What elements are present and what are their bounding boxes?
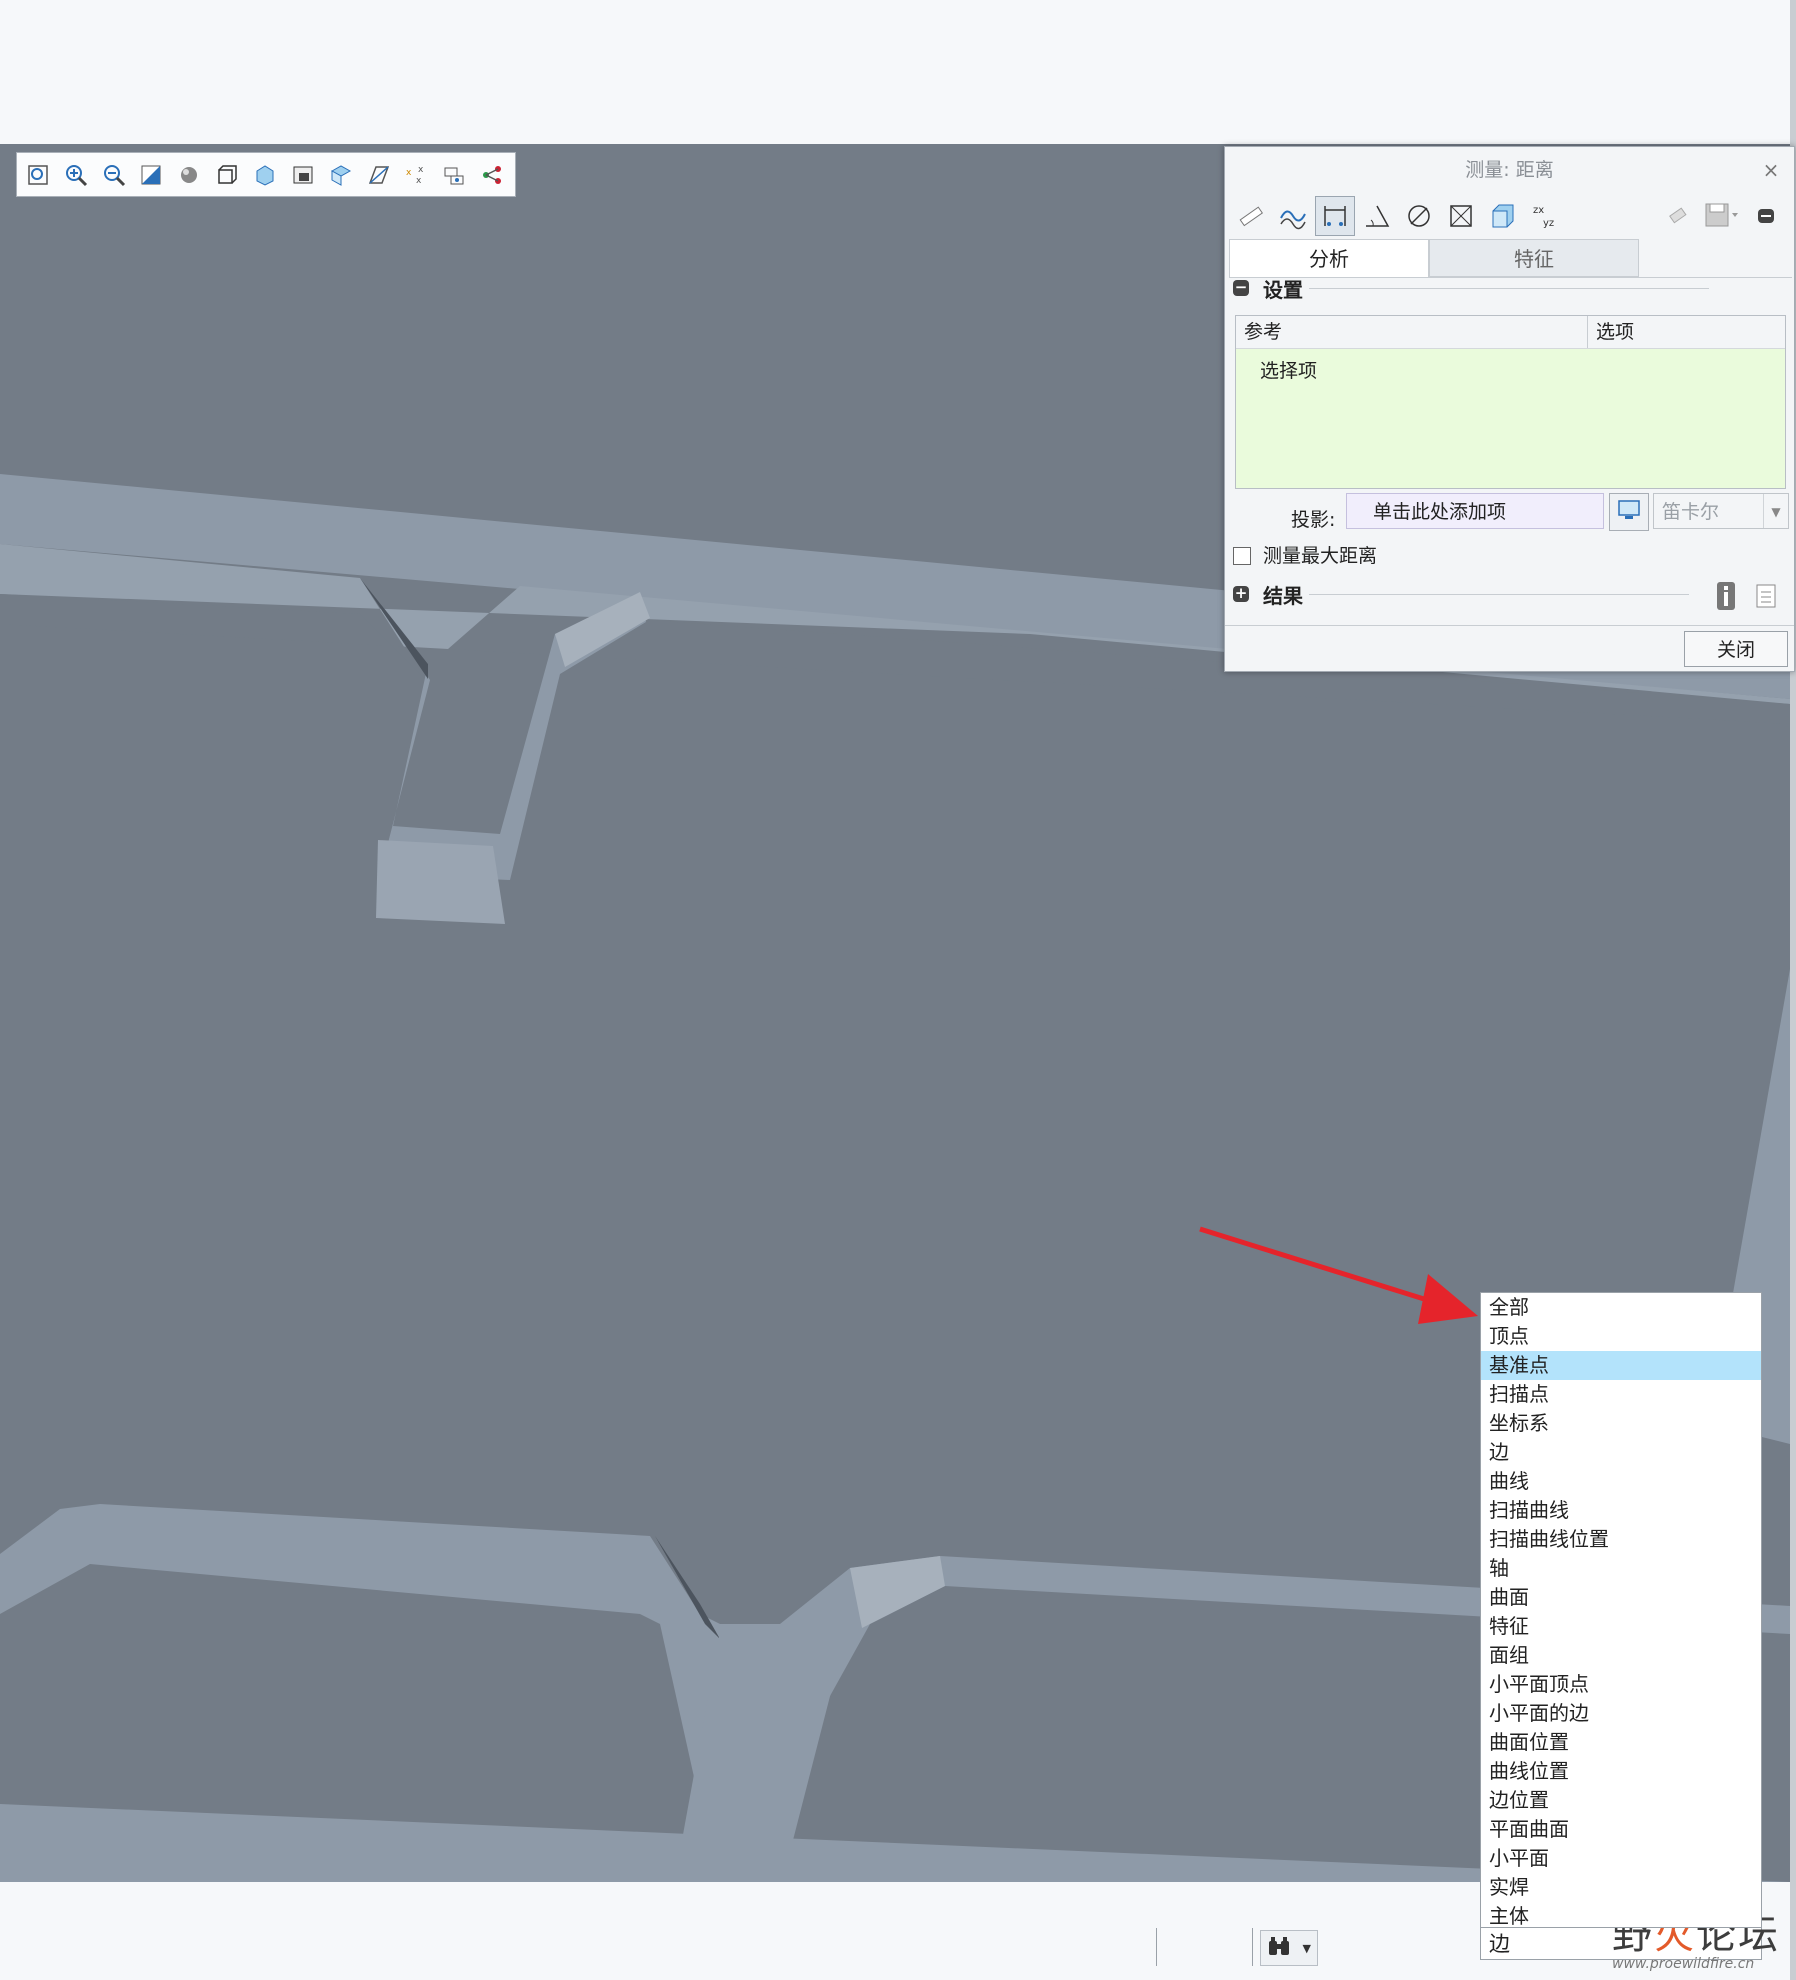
distance-measure-icon[interactable]: [1315, 196, 1355, 236]
svg-text:x: x: [416, 176, 422, 186]
annotation-arrow-shaft: [1199, 1226, 1441, 1307]
plus-icon: +: [1233, 584, 1249, 602]
angle-measure-icon[interactable]: [1357, 196, 1397, 236]
svg-text:x: x: [406, 168, 412, 178]
filter-option[interactable]: 曲线: [1481, 1467, 1761, 1496]
coordinate-system-value: 笛卡尔: [1662, 501, 1720, 523]
perspective-icon[interactable]: [288, 160, 318, 190]
projection-view-button[interactable]: [1609, 493, 1649, 531]
reference-table[interactable]: 参考 选项 选择项: [1235, 315, 1786, 489]
filter-option[interactable]: 扫描曲线位置: [1481, 1525, 1761, 1554]
minus-icon: −: [1233, 278, 1249, 296]
view-manager-icon[interactable]: [250, 160, 280, 190]
reference-column-header: 参考: [1244, 321, 1283, 343]
settings-section-header[interactable]: − 设置: [1233, 273, 1303, 303]
view-toolbar: xxx: [16, 152, 516, 197]
binoculars-icon: [1267, 1935, 1291, 1961]
filter-option[interactable]: 边位置: [1481, 1786, 1761, 1815]
filter-option[interactable]: 曲线位置: [1481, 1757, 1761, 1786]
find-button[interactable]: ▼: [1260, 1930, 1318, 1966]
info-icon[interactable]: [1715, 581, 1739, 611]
chevron-down-icon: ▼: [1763, 494, 1788, 528]
projection-label: 投影:: [1291, 509, 1336, 531]
status-separator: [1156, 1928, 1157, 1966]
max-distance-label: 测量最大距离: [1263, 545, 1378, 567]
filter-option[interactable]: 坐标系: [1481, 1409, 1761, 1438]
point-display-icon[interactable]: xxx: [401, 160, 431, 190]
filter-option[interactable]: 全部: [1481, 1293, 1761, 1322]
close-button[interactable]: 关闭: [1684, 631, 1788, 667]
svg-text:x: x: [418, 165, 424, 175]
column-separator: [1587, 316, 1588, 348]
measure-dialog: 测量: 距离 × zx yz 分析 特征 − 设置 参考 选项 选择项 投影: 单…: [1224, 146, 1795, 672]
reference-table-header: 参考 选项: [1236, 316, 1785, 349]
display-style-icon[interactable]: [174, 160, 204, 190]
dialog-tabs: 分析 特征: [1229, 239, 1792, 278]
save-icon[interactable]: [1699, 196, 1745, 236]
close-icon[interactable]: ×: [1760, 159, 1782, 181]
settings-section-label: 设置: [1263, 277, 1303, 302]
divider: [1309, 288, 1709, 289]
filter-option[interactable]: 面组: [1481, 1641, 1761, 1670]
report-icon[interactable]: [1755, 583, 1779, 611]
volume-measure-icon[interactable]: [1483, 196, 1523, 236]
annotation-arrow-head: [1418, 1274, 1478, 1324]
filter-option[interactable]: 小平面顶点: [1481, 1670, 1761, 1699]
length-measure-icon[interactable]: [1231, 196, 1271, 236]
dialog-title: 测量: 距离: [1465, 159, 1554, 181]
model-branch-end: [376, 840, 505, 924]
filter-option[interactable]: 扫描曲线: [1481, 1496, 1761, 1525]
filter-option[interactable]: 特征: [1481, 1612, 1761, 1641]
zoom-out-icon[interactable]: [99, 160, 129, 190]
svg-text:yz: yz: [1543, 218, 1554, 229]
csys-display-icon[interactable]: [439, 160, 469, 190]
results-section-label: 结果: [1263, 583, 1303, 608]
curve-measure-icon[interactable]: [1273, 196, 1313, 236]
repaint-icon[interactable]: [137, 160, 167, 190]
ribbon-area: [0, 0, 1790, 144]
coordinate-system-select[interactable]: 笛卡尔 ▼: [1653, 493, 1789, 529]
filter-option[interactable]: 曲面位置: [1481, 1728, 1761, 1757]
filter-option[interactable]: 扫描点: [1481, 1380, 1761, 1409]
tab-analysis[interactable]: 分析: [1229, 239, 1429, 277]
select-item-row[interactable]: 选择项: [1260, 356, 1317, 383]
filter-option[interactable]: 边: [1481, 1438, 1761, 1467]
chevron-down-icon: ▼: [1302, 1941, 1311, 1955]
plane-display-icon[interactable]: [364, 160, 394, 190]
projection-collector[interactable]: 单击此处添加项: [1346, 493, 1604, 529]
max-distance-checkbox[interactable]: [1233, 547, 1251, 565]
filter-option[interactable]: 实焊: [1481, 1873, 1761, 1902]
filter-option[interactable]: 顶点: [1481, 1322, 1761, 1351]
divider: [1225, 625, 1794, 626]
collapse-icon[interactable]: [1747, 196, 1787, 236]
annotation-display-icon[interactable]: [477, 160, 507, 190]
watermark-url: www.proewildfire.cn: [1612, 1956, 1755, 1972]
filter-option[interactable]: 平面曲面: [1481, 1815, 1761, 1844]
max-distance-option[interactable]: 测量最大距离: [1233, 541, 1377, 571]
datum-display-icon[interactable]: [326, 160, 356, 190]
eraser-icon[interactable]: [1657, 196, 1697, 236]
filter-option[interactable]: 曲面: [1481, 1583, 1761, 1612]
refit-icon[interactable]: [23, 160, 53, 190]
measure-toolbar: zx yz: [1231, 195, 1789, 237]
svg-text:zx: zx: [1533, 205, 1544, 216]
diameter-measure-icon[interactable]: [1399, 196, 1439, 236]
options-column-header: 选项: [1596, 321, 1635, 343]
results-section-header[interactable]: + 结果: [1233, 579, 1303, 609]
filter-option[interactable]: 轴: [1481, 1554, 1761, 1583]
tab-feature[interactable]: 特征: [1429, 239, 1639, 277]
filter-option[interactable]: 小平面的边: [1481, 1699, 1761, 1728]
model-rib-bottom-chamfer: [850, 1556, 945, 1628]
monitor-icon: [1617, 499, 1641, 525]
area-measure-icon[interactable]: [1441, 196, 1481, 236]
status-separator: [1252, 1928, 1253, 1966]
filter-option[interactable]: 小平面: [1481, 1844, 1761, 1873]
zoom-in-icon[interactable]: [61, 160, 91, 190]
selection-filter-list: 全部 顶点 基准点 扫描点 坐标系边曲线 扫描曲线 扫描曲线位置轴曲面 特征 面组 小平面顶点 小平…: [1480, 1292, 1762, 1928]
transform-measure-icon[interactable]: zx yz: [1525, 196, 1565, 236]
filter-option[interactable]: 主体: [1481, 1902, 1761, 1931]
filter-option[interactable]: 基准点: [1481, 1351, 1761, 1380]
divider: [1309, 594, 1689, 595]
saved-orientations-icon[interactable]: [212, 160, 242, 190]
